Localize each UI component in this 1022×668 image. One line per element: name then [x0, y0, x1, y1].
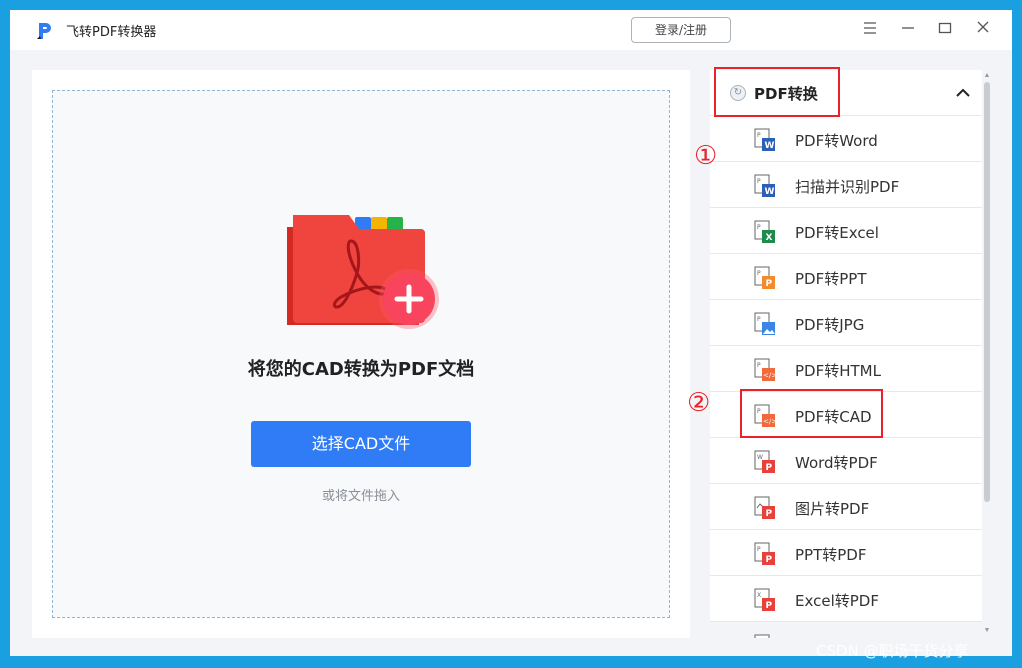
sidebar-item-label: 扫描并识别PDF	[795, 178, 900, 196]
svg-text:P: P	[757, 362, 761, 369]
watermark: CSDN @职场干货分享	[816, 642, 969, 660]
svg-text:W: W	[765, 141, 775, 151]
svg-text:X: X	[766, 233, 773, 243]
sidebar-item-label: PDF转Word	[795, 132, 878, 150]
scroll-up-icon[interactable]: ▲	[982, 71, 992, 81]
svg-text:P: P	[766, 555, 773, 565]
chevron-up-icon[interactable]	[954, 84, 972, 102]
svg-text:W: W	[757, 454, 763, 461]
sidebar-item-pdf-to-html[interactable]: P </> PDF转HTML	[710, 346, 982, 392]
pdf-icon: P	[754, 496, 776, 520]
sidebar-item-pdf-to-excel[interactable]: PX PDF转Excel	[710, 208, 982, 254]
excel-icon: PX	[754, 220, 776, 244]
svg-text:P: P	[766, 279, 773, 289]
sidebar-item-label: PDF转PPT	[795, 270, 867, 288]
svg-text:X: X	[757, 592, 761, 599]
annotation-step2: ②	[687, 388, 711, 418]
svg-text:P: P	[766, 463, 773, 473]
svg-text:W: W	[765, 187, 775, 197]
svg-text:P: P	[766, 601, 773, 611]
pdf-folder-icon	[279, 211, 449, 341]
sidebar-item-pdf-to-ppt[interactable]: PP PDF转PPT	[710, 254, 982, 300]
sidebar-item-label: Excel转PDF	[795, 592, 879, 610]
svg-text:P: P	[757, 224, 761, 231]
app-window: 飞转PDF转换器 登录/注册 将您的CAD转换为PDF文档 选择CAD文件 或将…	[10, 10, 1012, 656]
sidebar-item-pdf-to-jpg[interactable]: P PDF转JPG	[710, 300, 982, 346]
ppt-icon: PP	[754, 266, 776, 290]
sidebar-item-label: PPT转PDF	[795, 546, 867, 564]
sidebar-item-label: PDF转HTML	[795, 362, 881, 380]
annotation-box-step1	[714, 67, 840, 117]
scroll-thumb[interactable]	[984, 82, 990, 502]
sidebar-item-image-to-pdf[interactable]: P 图片转PDF	[710, 484, 982, 530]
pdf-icon: WP	[754, 450, 776, 474]
pdf-icon	[754, 634, 776, 638]
word-icon: PW	[754, 128, 776, 152]
svg-text:P: P	[766, 509, 773, 519]
html-icon: P </>	[754, 358, 777, 382]
sidebar-scrollbar[interactable]: ▲ ▼	[982, 70, 992, 638]
sidebar-item-word-to-pdf[interactable]: WP Word转PDF	[710, 438, 982, 484]
sidebar-item-pdf-to-word[interactable]: PW PDF转Word	[710, 116, 982, 162]
main-panel: 将您的CAD转换为PDF文档 选择CAD文件 或将文件拖入	[32, 70, 690, 638]
drag-hint-text: 或将文件拖入	[321, 489, 400, 504]
pdf-icon: XP	[754, 588, 776, 612]
app-logo-icon	[34, 20, 56, 42]
title-bar: 飞转PDF转换器 登录/注册	[10, 10, 1012, 50]
menu-icon[interactable]	[860, 20, 880, 40]
svg-text:P: P	[757, 546, 761, 553]
svg-text:</>: </>	[763, 372, 776, 380]
annotation-box-step2	[740, 389, 883, 438]
minimize-icon[interactable]	[898, 20, 918, 40]
annotation-step1: ①	[694, 141, 718, 171]
sidebar-item-ppt-to-pdf[interactable]: PP PPT转PDF	[710, 530, 982, 576]
svg-text:P: P	[757, 132, 761, 139]
pdf-icon: PP	[754, 542, 776, 566]
drop-zone-title: 将您的CAD转换为PDF文档	[247, 359, 475, 380]
sidebar-item-label: Word转PDF	[795, 454, 878, 472]
sidebar-item-label: 图片转PDF	[795, 500, 870, 518]
sidebar-item-excel-to-pdf[interactable]: XP Excel转PDF	[710, 576, 982, 622]
conversion-sidebar: ↻ PDF转换 PW PDF转Word PW 扫描并识别PDF PX PDF转E…	[710, 70, 982, 638]
sidebar-item-partial[interactable]	[710, 622, 982, 638]
scroll-down-icon[interactable]: ▼	[982, 626, 992, 636]
svg-text:P: P	[757, 270, 761, 277]
svg-text:P: P	[757, 178, 761, 185]
login-register-button[interactable]: 登录/注册	[631, 17, 731, 43]
select-cad-file-button[interactable]: 选择CAD文件	[251, 421, 471, 467]
maximize-icon[interactable]	[935, 20, 955, 40]
close-icon[interactable]	[973, 20, 993, 40]
word-icon: PW	[754, 174, 776, 198]
sidebar-item-label: PDF转JPG	[795, 316, 865, 334]
image-icon: P	[754, 312, 776, 336]
sidebar-item-label: PDF转Excel	[795, 224, 879, 242]
app-title: 飞转PDF转换器	[66, 25, 157, 40]
svg-text:P: P	[757, 316, 761, 323]
sidebar-item-scan-ocr-pdf[interactable]: PW 扫描并识别PDF	[710, 162, 982, 208]
file-drop-zone[interactable]: 将您的CAD转换为PDF文档 选择CAD文件 或将文件拖入	[52, 90, 670, 618]
